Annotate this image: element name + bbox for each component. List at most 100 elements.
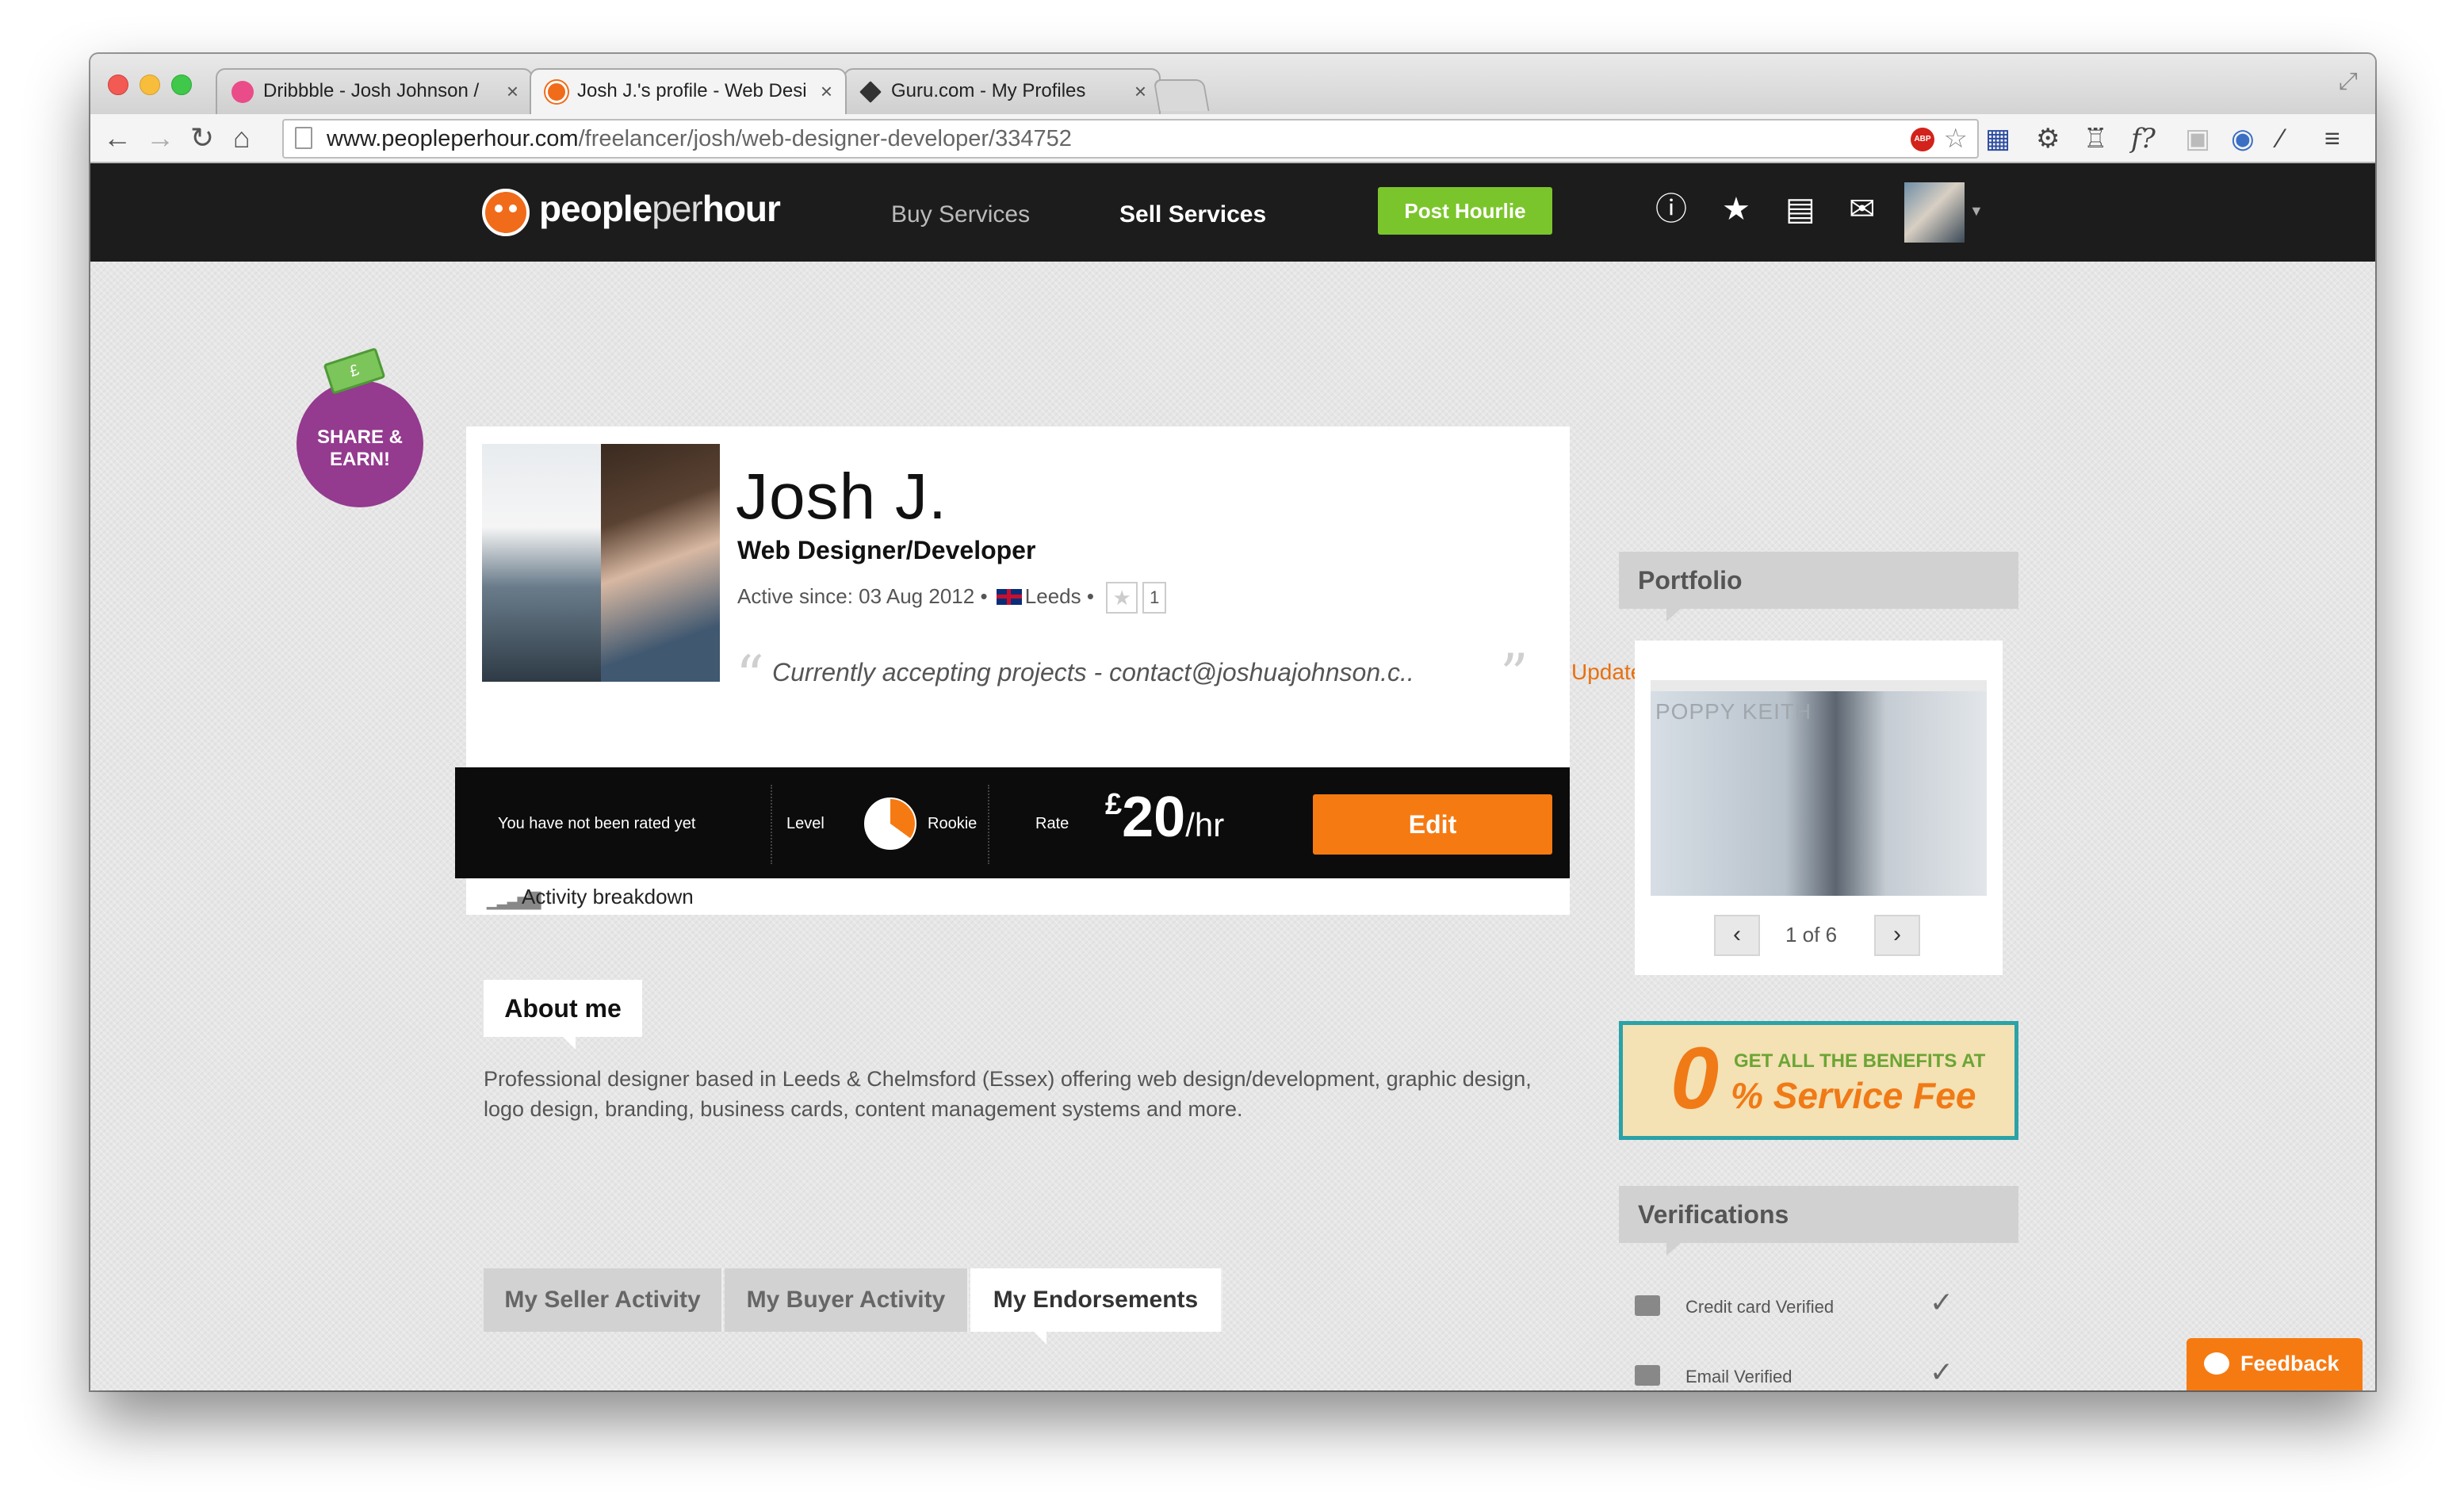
gear-icon[interactable]: ⚙	[2036, 124, 2060, 154]
chat-bubble-icon	[2204, 1352, 2229, 1375]
feedback-label: Feedback	[2240, 1352, 2340, 1375]
about-text: Professional designer based in Leeds & C…	[484, 1067, 1532, 1121]
bookmark-star-icon[interactable]: ☆	[1944, 120, 1968, 157]
portfolio-heading: Portfolio	[1619, 552, 2018, 621]
profile-photo[interactable]	[482, 444, 720, 682]
tab-buyer-activity[interactable]: My Buyer Activity	[725, 1268, 969, 1332]
address-bar[interactable]: www.peopleperhour.com/freelancer/josh/we…	[282, 119, 1979, 159]
chevron-down-icon[interactable]: ▼	[1969, 203, 1984, 220]
dribbble-icon	[231, 81, 254, 103]
reload-icon[interactable]: ↻	[190, 122, 214, 154]
calendar-icon[interactable]: ▤	[1785, 192, 1815, 227]
active-since: Active since: 03 Aug 2012	[737, 583, 975, 608]
edit-profile-button[interactable]: Edit	[1313, 794, 1552, 855]
rating-status: You have not been rated yet	[498, 815, 696, 832]
page-content: SHARE & EARN! £ Josh J. Web Designer/Dev…	[90, 262, 2375, 1390]
promo-line-1: GET ALL THE BENEFITS AT	[1734, 1050, 1986, 1072]
profile-status-quote: Currently accepting projects - contact@j…	[772, 658, 1414, 686]
font-finder-icon[interactable]: f?	[2131, 124, 2156, 154]
bullet: •	[980, 583, 988, 608]
share-earn-label: SHARE & EARN!	[316, 426, 403, 470]
user-avatar[interactable]	[1904, 182, 1965, 243]
forward-icon[interactable]: →	[146, 122, 174, 154]
location: Leeds	[1024, 583, 1081, 608]
profile-meta: Active since: 03 Aug 2012 • Leeds • ★ 1	[737, 582, 1167, 614]
star-icon[interactable]: ★	[1722, 192, 1750, 227]
bullet: •	[1086, 583, 1094, 608]
cup-icon[interactable]: ♖	[2083, 124, 2107, 154]
hourly-rate: £20/hr	[1105, 785, 1224, 850]
favourite-count: 1	[1142, 582, 1167, 614]
profile-name: Josh J.	[736, 461, 947, 533]
level-value: Rookie	[928, 815, 978, 832]
tab-endorsements[interactable]: My Endorsements	[970, 1268, 1222, 1344]
portfolio-widget: POPPY KEITH ‹ 1 of 6 ›	[1635, 641, 2003, 975]
new-tab-button[interactable]	[1153, 79, 1210, 111]
rate-amount: 20	[1122, 786, 1186, 849]
peopleperhour-logo-icon[interactable]	[482, 189, 530, 236]
mail-icon[interactable]: ✉	[1849, 192, 1876, 227]
url-path: /freelancer/josh/web-designer-developer/…	[578, 126, 1072, 151]
browser-window: Dribbble - Josh Johnson / × Josh J.'s pr…	[90, 54, 2375, 1390]
tab-label: Josh J.'s profile - Web Desi	[577, 80, 807, 101]
activity-breakdown[interactable]: ▁▂▃▅▇ Activity breakdown	[466, 878, 1570, 915]
home-icon[interactable]: ⌂	[233, 122, 251, 154]
portfolio-prev-button[interactable]: ‹	[1714, 915, 1760, 956]
close-tab-icon[interactable]: ×	[507, 70, 518, 113]
activity-breakdown-label: Activity breakdown	[522, 885, 694, 908]
share-earn-badge[interactable]: SHARE & EARN!	[297, 381, 423, 507]
portfolio-counter: 1 of 6	[1785, 923, 1838, 947]
close-window-button[interactable]	[108, 75, 128, 95]
rate-currency: £	[1105, 788, 1123, 821]
about-heading: About me	[484, 980, 642, 1050]
portfolio-thumbnail[interactable]: POPPY KEITH	[1651, 680, 1987, 896]
close-tab-icon[interactable]: ×	[1134, 70, 1146, 113]
level-label: Level	[786, 815, 825, 832]
verification-credit-card: Credit card Verified ✓	[1635, 1286, 1984, 1325]
fullscreen-icon[interactable]: ⤢	[2339, 68, 2358, 95]
nav-sell-services[interactable]: Sell Services	[1119, 201, 1266, 228]
verification-email: Email Verified ✓	[1635, 1356, 1984, 1390]
divider	[988, 785, 989, 864]
help-icon[interactable]: ⓘ	[1655, 192, 1687, 227]
update-status-link[interactable]: Update	[1571, 660, 1643, 685]
menu-icon[interactable]: ≡	[2324, 124, 2340, 154]
zero-service-fee-banner[interactable]: 0 GET ALL THE BENEFITS AT % Service Fee	[1619, 1021, 2018, 1140]
close-tab-icon[interactable]: ×	[821, 70, 832, 113]
checkmark-icon: ✓	[1929, 1286, 1953, 1318]
post-hourlie-button[interactable]: Post Hourlie	[1378, 187, 1552, 235]
tab-seller-activity[interactable]: My Seller Activity	[484, 1268, 723, 1332]
promo-line-2: % Service Fee	[1731, 1075, 1976, 1116]
quote-close-icon: ”	[1500, 642, 1529, 707]
tab-dribbble[interactable]: Dribbble - Josh Johnson / ×	[216, 68, 533, 114]
globe-icon[interactable]: ◉	[2231, 124, 2255, 154]
verification-label: Email Verified	[1685, 1367, 1793, 1386]
rate-unit: /hr	[1185, 806, 1225, 843]
logo-hour: hour	[702, 188, 781, 229]
tab-guru[interactable]: Guru.com - My Profiles ×	[844, 68, 1161, 114]
favourite-star-icon[interactable]: ★	[1106, 582, 1138, 614]
portfolio-brand: POPPY KEITH	[1655, 699, 1812, 724]
tab-bar: Dribbble - Josh Johnson / × Josh J.'s pr…	[90, 54, 2375, 114]
back-icon[interactable]: ←	[103, 122, 132, 154]
nav-buy-services[interactable]: Buy Services	[891, 201, 1030, 228]
site-logo[interactable]: peopleperhour	[539, 187, 781, 230]
page-icon	[295, 127, 312, 149]
checkmark-icon: ✓	[1929, 1356, 1953, 1388]
tab-peopleperhour[interactable]: Josh J.'s profile - Web Desi ×	[530, 68, 847, 114]
zoom-window-button[interactable]	[171, 75, 192, 95]
portfolio-next-button[interactable]: ›	[1874, 915, 1920, 956]
extension-flag-icon[interactable]: ▦	[1985, 124, 2011, 154]
minimize-window-button[interactable]	[140, 75, 160, 95]
eyedropper-icon[interactable]: ⁄	[2278, 124, 2283, 154]
stats-bar: You have not been rated yet Level Rookie…	[455, 767, 1570, 878]
divider	[771, 785, 772, 864]
browser-toolbar: ← → ↻ ⌂ www.peopleperhour.com/freelancer…	[90, 114, 2375, 163]
adblock-icon[interactable]: ABP	[1911, 128, 1934, 151]
linkedin-icon[interactable]: ▣	[2185, 124, 2210, 154]
verification-label: Credit card Verified	[1685, 1297, 1835, 1317]
logo-people: people	[539, 188, 652, 229]
feedback-button[interactable]: Feedback	[2187, 1338, 2363, 1390]
site-header: peopleperhour Buy Services Sell Services…	[90, 163, 2375, 262]
rate-label: Rate	[1035, 815, 1069, 832]
